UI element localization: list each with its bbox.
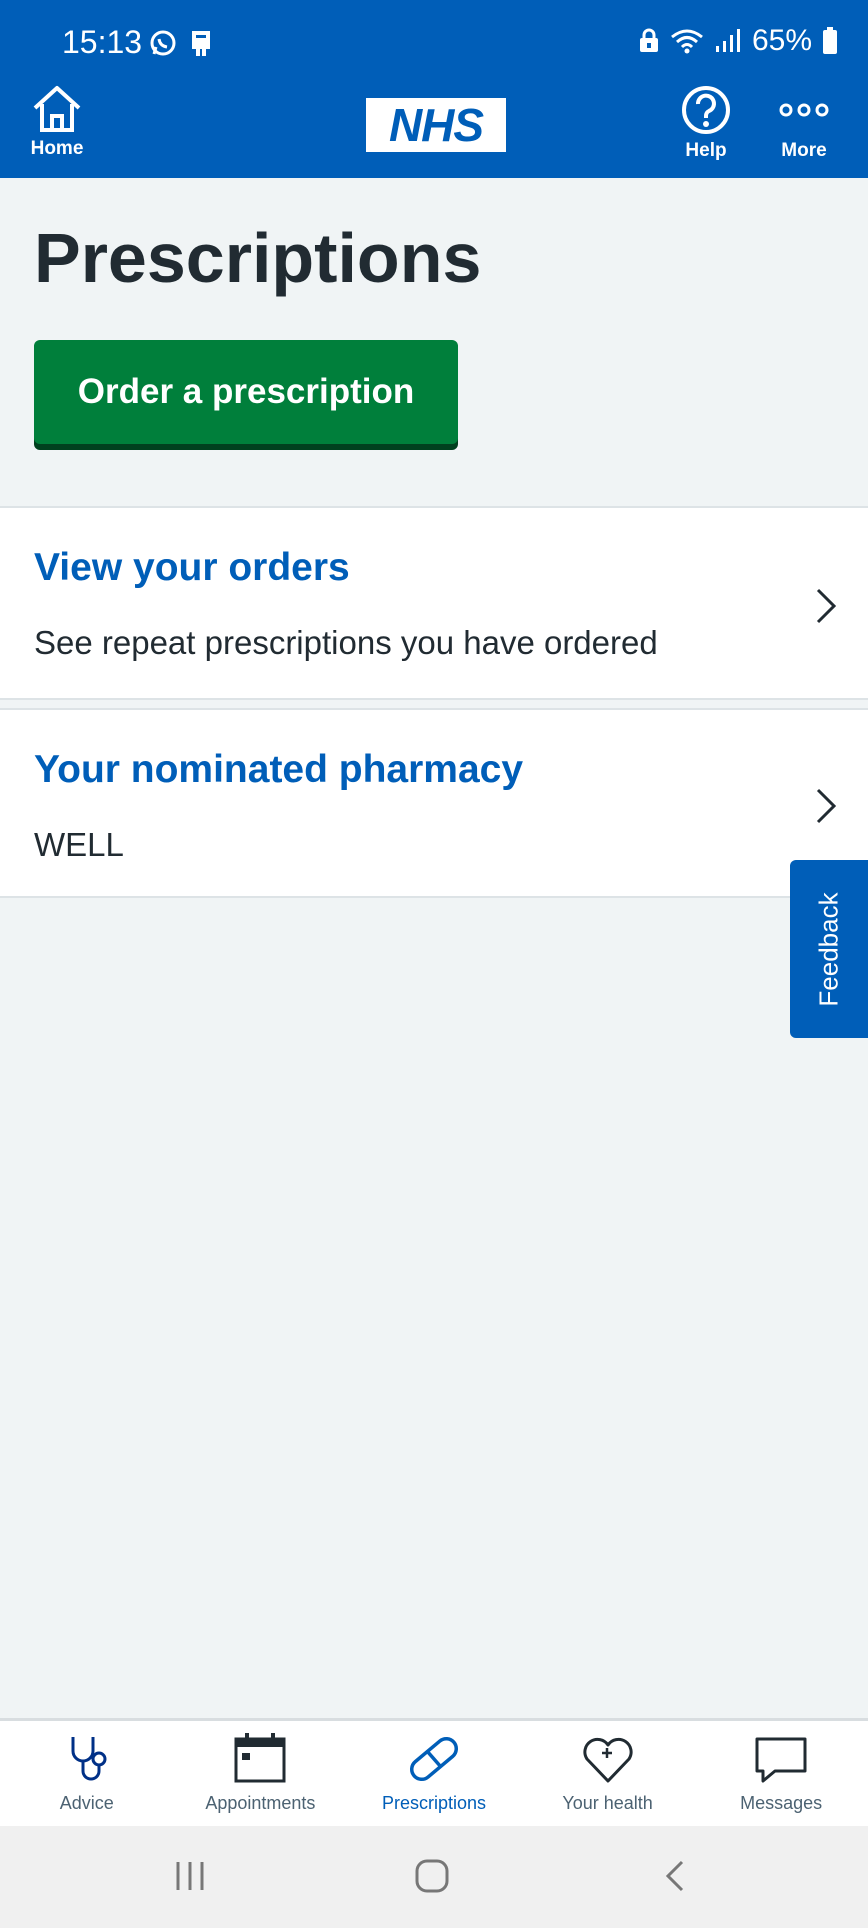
card-title: Your nominated pharmacy <box>34 748 524 791</box>
more-button[interactable]: More <box>776 84 832 162</box>
tab-messages[interactable]: Messages <box>694 1721 868 1826</box>
tab-label: Appointments <box>205 1793 316 1813</box>
lock-icon <box>639 28 658 52</box>
tab-advice[interactable]: Advice <box>0 1721 174 1826</box>
card-title: View your orders <box>34 546 350 589</box>
tab-label: Messages <box>740 1793 823 1813</box>
system-navigation-bar <box>0 1826 868 1928</box>
card-subtitle: See repeat prescriptions you have ordere… <box>34 624 658 661</box>
calendar-icon <box>234 1733 286 1783</box>
status-notification-icons <box>148 28 216 58</box>
tab-your-health[interactable]: Your health <box>521 1721 695 1826</box>
help-label: Help <box>685 140 727 161</box>
home-label: Home <box>30 138 84 159</box>
home-icon <box>33 86 81 132</box>
more-label: More <box>781 140 827 161</box>
battery-icon <box>823 27 837 54</box>
system-home-icon[interactable] <box>414 1858 450 1894</box>
app-notification-icon <box>192 31 210 56</box>
card-subtitle: WELL <box>34 826 124 863</box>
nominated-pharmacy-card[interactable]: Your nominated pharmacy WELL <box>0 708 868 898</box>
bottom-tab-bar: Advice Appointments Prescriptions Your h… <box>0 1718 868 1826</box>
chevron-right-icon <box>816 588 837 624</box>
home-button[interactable]: Home <box>30 84 84 160</box>
nhs-logo: NHS <box>366 98 506 152</box>
more-dots-icon <box>779 103 829 117</box>
order-prescription-button[interactable]: Order a prescription <box>34 340 458 444</box>
signal-icon <box>715 29 740 52</box>
page-title: Prescriptions <box>34 219 482 297</box>
view-orders-card[interactable]: View your orders See repeat prescription… <box>0 506 868 700</box>
help-icon <box>682 86 730 134</box>
pill-icon <box>409 1736 458 1782</box>
status-indicators: 65% <box>638 24 838 58</box>
status-time: 15:13 <box>62 24 143 60</box>
chevron-right-icon <box>816 788 837 824</box>
tab-appointments[interactable]: Appointments <box>174 1721 348 1826</box>
status-bar: 15:13 65% <box>0 0 868 86</box>
stethoscope-icon <box>71 1737 107 1781</box>
battery-percentage: 65% <box>751 24 812 57</box>
tab-label: Prescriptions <box>381 1793 486 1813</box>
recent-apps-icon[interactable] <box>172 1858 208 1894</box>
tab-label: Advice <box>59 1793 114 1813</box>
heart-icon <box>583 1737 633 1783</box>
feedback-label: Feedback <box>813 891 844 1007</box>
top-header: 15:13 65% Home NHS Help More <box>0 0 868 178</box>
wifi-icon <box>671 29 703 54</box>
speech-bubble-icon <box>755 1737 807 1783</box>
whatsapp-icon <box>150 30 176 56</box>
tab-label: Your health <box>562 1793 653 1813</box>
feedback-tab[interactable]: Feedback <box>790 860 868 1038</box>
back-icon[interactable] <box>660 1858 690 1894</box>
tab-prescriptions[interactable]: Prescriptions <box>347 1721 521 1826</box>
help-button[interactable]: Help <box>680 84 732 162</box>
